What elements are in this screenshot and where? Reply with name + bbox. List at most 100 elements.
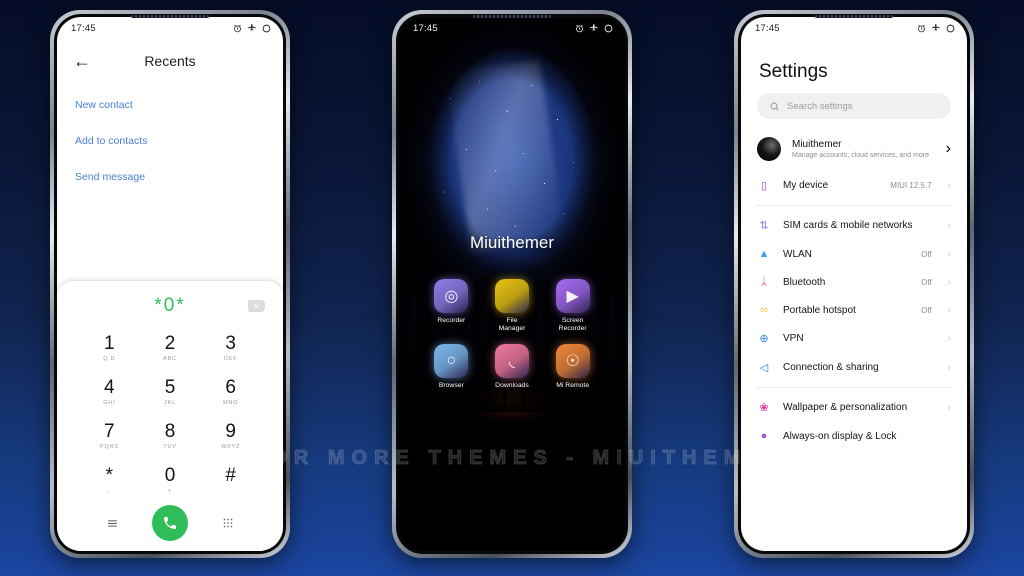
hamburger-menu-icon[interactable] xyxy=(83,517,141,530)
app-mi-remote[interactable]: ☉ Mi Remote xyxy=(542,343,603,390)
app-browser[interactable]: ○ Browser xyxy=(421,343,482,390)
phone-call-icon[interactable] xyxy=(152,505,188,541)
bluetooth-icon: ᛦ xyxy=(760,276,768,288)
earpiece-grille xyxy=(131,15,209,18)
status-time: 17:45 xyxy=(755,22,780,34)
avatar xyxy=(757,137,781,161)
dialpad-key-3[interactable]: 3 DEF xyxy=(200,327,261,369)
dialer-screen: 17:45 ← Recents New contact Add to conta… xyxy=(57,17,283,551)
airplane-mode-icon xyxy=(247,24,256,31)
app-glyph: ◎ xyxy=(444,287,459,305)
backspace-icon[interactable]: ✕ xyxy=(248,300,265,312)
settings-screen: 17:45 Settings Search settings Miuitheme… xyxy=(741,17,967,551)
app-screen-recorder[interactable]: ▶ Screen Recorder xyxy=(542,278,603,334)
settings-item-label: VPN xyxy=(783,333,804,344)
dialpad-key-letters: GHI xyxy=(103,399,116,406)
page-title: Settings xyxy=(759,61,828,82)
dialpad-key-4[interactable]: 4 GHI xyxy=(79,371,140,413)
app-glyph: ▶ xyxy=(566,287,579,305)
settings-item-always-on-display[interactable]: ● Always-on display & Lock xyxy=(741,422,967,450)
chevron-right-icon: › xyxy=(947,304,951,316)
chevron-right-icon: › xyxy=(947,248,951,260)
dialpad-key-2[interactable]: 2 ABC xyxy=(140,327,201,369)
phone-dialer-device: 17:45 ← Recents New contact Add to conta… xyxy=(50,10,290,558)
status-time: 17:45 xyxy=(413,22,438,34)
settings-item-wallpaper-personalization[interactable]: ❀ Wallpaper & personalization › xyxy=(741,393,967,422)
sim-cards-icon: ⇅ xyxy=(759,220,769,232)
app-label: File Manager xyxy=(498,316,526,333)
dialpad-key-1[interactable]: 1 Q.D xyxy=(79,327,140,369)
app-recorder[interactable]: ◎ Recorder xyxy=(421,278,482,334)
dialpad-key-9[interactable]: 9 WXYZ xyxy=(200,415,261,457)
app-downloads[interactable]: ◟ Downloads xyxy=(482,343,543,390)
chevron-right-icon: › xyxy=(947,402,951,413)
portable-hotspot-icon: ∞ xyxy=(760,304,768,316)
dialpad-key-0[interactable]: 0 + xyxy=(140,459,201,501)
settings-item-bluetooth[interactable]: ᛦ Bluetooth Off › xyxy=(741,268,967,296)
dialpad-actions xyxy=(57,503,283,545)
app-label: Browser xyxy=(438,381,464,389)
link-send-message[interactable]: Send message xyxy=(75,171,265,183)
earpiece-grille xyxy=(473,15,551,18)
dialpad-key-digit: 4 xyxy=(104,376,115,398)
search-icon xyxy=(770,102,779,111)
dialpad-key-letters: JKL xyxy=(164,399,176,406)
settings-item-my-device[interactable]: ▯ My device MIUI 12.5.7 › xyxy=(741,171,967,200)
dialpad-key-star[interactable]: *, xyxy=(79,459,140,501)
dialpad-key-8[interactable]: 8 TUV xyxy=(140,415,201,457)
dialpad-key-7[interactable]: 7 PQRS xyxy=(79,415,140,457)
settings-item-wlan[interactable]: ▲ WLAN Off › xyxy=(741,240,967,268)
settings-list: ⇅ SIM cards & mobile networks › ▲ WLAN Off › ᛦ B… xyxy=(741,211,967,382)
app-glyph: ○ xyxy=(446,351,457,369)
dialpad-key-digit: * xyxy=(105,464,114,486)
always-on-display-icon: ● xyxy=(760,430,768,442)
settings-item-vpn[interactable]: ⊕ VPN › xyxy=(741,324,967,353)
link-new-contact[interactable]: New contact xyxy=(75,99,265,111)
search-settings-input[interactable]: Search settings xyxy=(757,93,951,119)
app-file-manager[interactable]: File Manager xyxy=(482,278,543,334)
settings-item-value: Off xyxy=(921,305,932,315)
settings-item-label: Wallpaper & personalization xyxy=(783,402,908,413)
dialed-number-row: *0* ✕ xyxy=(57,289,283,323)
divider xyxy=(757,387,951,388)
status-time: 17:45 xyxy=(71,22,96,34)
chevron-right-icon: › xyxy=(947,180,951,191)
settings-item-portable-hotspot[interactable]: ∞ Portable hotspot Off › xyxy=(741,296,967,324)
airplane-mode-icon xyxy=(589,24,598,31)
settings-item-sim-cards[interactable]: ⇅ SIM cards & mobile networks › xyxy=(741,211,967,240)
account-row[interactable]: Miuithemer Manage accounts, cloud servic… xyxy=(741,131,967,171)
dialpad-icon[interactable] xyxy=(199,517,257,529)
home-widget-text: Miuithemer xyxy=(469,233,555,253)
battery-icon xyxy=(946,24,955,32)
search-placeholder: Search settings xyxy=(787,100,853,112)
dialpad-key-letters: ABC xyxy=(163,355,177,362)
phone-settings-device: 17:45 Settings Search settings Miuitheme… xyxy=(734,10,974,558)
app-label: Mi Remote xyxy=(556,381,590,389)
dialpad-key-letters: DEF xyxy=(223,355,238,362)
alarm-icon xyxy=(918,24,925,32)
connection-sharing-icon: ◁ xyxy=(759,362,769,374)
file-manager-icon xyxy=(494,278,529,313)
app-glyph: ◟ xyxy=(508,352,516,370)
airplane-mode-icon xyxy=(931,24,940,31)
wlan-icon: ▲ xyxy=(758,248,770,260)
link-add-to-contacts[interactable]: Add to contacts xyxy=(75,135,265,147)
dialpad-key-hash[interactable]: # xyxy=(200,459,261,501)
mi-remote-icon: ☉ xyxy=(555,343,590,378)
dialpad-key-digit: 9 xyxy=(225,420,236,442)
settings-item-label: Portable hotspot xyxy=(783,304,856,316)
status-bar-home: 17:45 xyxy=(399,17,625,39)
app-glyph: ☉ xyxy=(565,352,580,370)
dialpad-key-digit: 7 xyxy=(104,420,115,442)
dialpad-key-digit: 1 xyxy=(104,332,115,354)
page-title: Recents xyxy=(144,53,196,69)
settings-item-value: MIUI 12.5.7 xyxy=(890,181,932,190)
dialpad-key-letters: Q.D xyxy=(103,355,116,362)
settings-item-connection-sharing[interactable]: ◁ Connection & sharing › xyxy=(741,353,967,382)
my-device-icon: ▯ xyxy=(760,180,768,192)
dialpad-key-6[interactable]: 6 MNO xyxy=(200,371,261,413)
dialpad-key-5[interactable]: 5 JKL xyxy=(140,371,201,413)
divider xyxy=(757,205,951,206)
app-label: Screen Recorder xyxy=(558,316,587,333)
dialpad-keys[interactable]: 1 Q.D 2 ABC 3 DEF 4 GHI 5 JKL 6 MNO 7 PQRS 8 TUV 9 WXYZ *,… xyxy=(57,323,283,503)
